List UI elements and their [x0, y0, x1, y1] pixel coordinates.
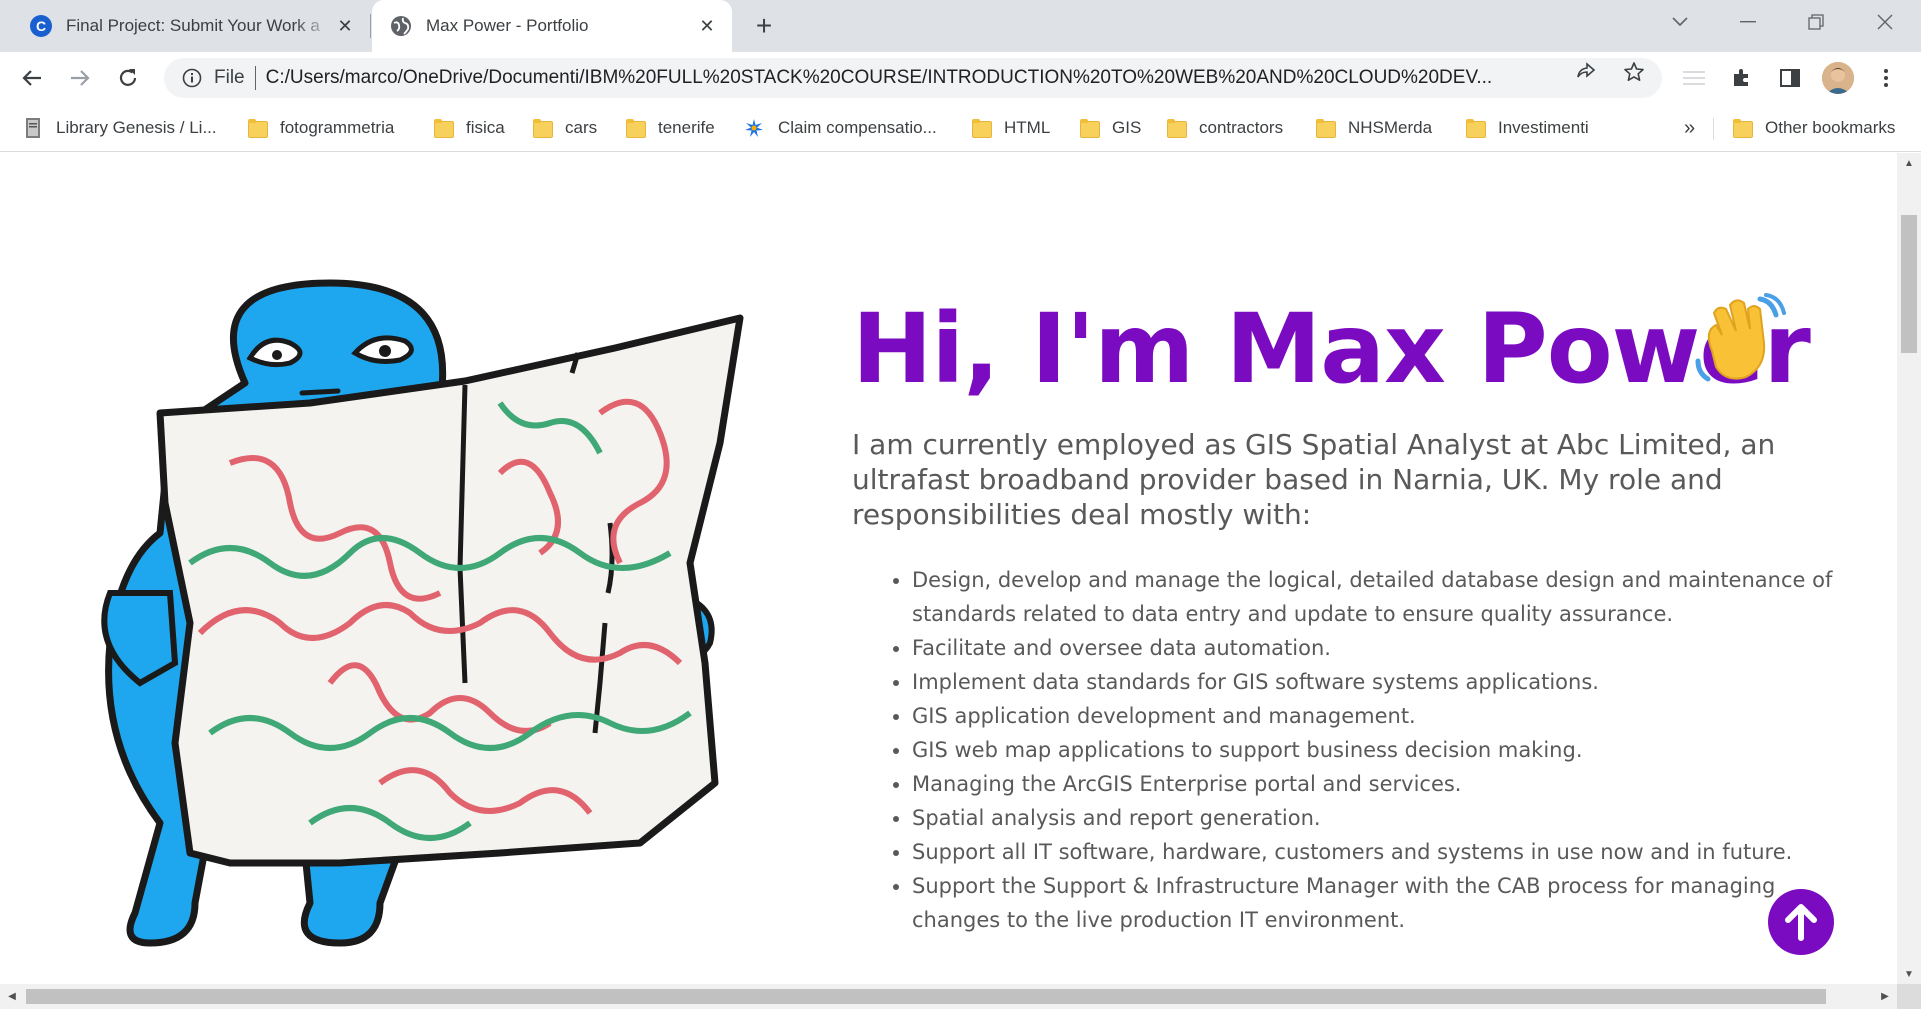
folder-icon	[1316, 119, 1336, 138]
back-button[interactable]	[16, 62, 48, 94]
tab-max-power-portfolio[interactable]: Max Power - Portfolio ✕	[372, 0, 732, 52]
scroll-right-arrow-icon[interactable]: ▶	[1873, 984, 1897, 1009]
tab-title: Final Project: Submit Your Work a	[66, 16, 320, 35]
intro-paragraph: I am currently employed as GIS Spatial A…	[852, 428, 1776, 531]
scheme-divider	[254, 66, 256, 90]
share-icon[interactable]	[1574, 60, 1598, 84]
bookmark-label: Other bookmarks	[1765, 118, 1896, 137]
bookmark-folder-investimenti[interactable]: Investimenti	[1466, 114, 1589, 142]
bookmark-library-genesis[interactable]: Library Genesis / Li...	[24, 114, 217, 142]
book-icon	[24, 117, 42, 139]
scroll-up-arrow-icon[interactable]: ▲	[1897, 153, 1921, 173]
folder-icon	[626, 119, 646, 138]
list-item: Design, develop and manage the logical, …	[912, 563, 1862, 631]
close-tab-icon[interactable]: ✕	[696, 15, 718, 37]
star-burst-icon	[744, 118, 764, 138]
forward-button[interactable]	[64, 62, 96, 94]
list-item: Implement data standards for GIS softwar…	[912, 665, 1862, 699]
list-item: GIS application development and manageme…	[912, 699, 1862, 733]
bookmark-label: Investimenti	[1498, 118, 1589, 137]
bookmarks-bar: Library Genesis / Li... fotogrammetria f…	[0, 104, 1921, 152]
folder-icon	[248, 119, 268, 138]
bookmark-label: HTML	[1004, 118, 1051, 137]
bookmark-folder-html[interactable]: HTML	[972, 114, 1050, 142]
address-bar[interactable]: File C:/Users/marco/OneDrive/Documenti/I…	[164, 58, 1662, 98]
bookmarks-overflow-button[interactable]: »	[1684, 114, 1695, 142]
restore-button[interactable]	[1786, 0, 1846, 44]
scroll-to-top-button[interactable]	[1768, 889, 1834, 955]
url-scheme: File	[214, 67, 245, 88]
side-panel-icon[interactable]	[1776, 64, 1804, 92]
scroll-left-arrow-icon[interactable]: ◀	[0, 984, 24, 1009]
list-item: Facilitate and oversee data automation.	[912, 631, 1862, 665]
horizontal-scrollbar[interactable]: ◀ ▶	[0, 984, 1897, 1009]
tab-title: Max Power - Portfolio	[426, 16, 589, 35]
folder-icon	[1733, 119, 1753, 138]
bookmark-label: NHSMerda	[1348, 118, 1433, 137]
horizontal-scroll-thumb[interactable]	[26, 989, 1826, 1004]
folder-icon	[1466, 119, 1486, 138]
close-tab-icon[interactable]: ✕	[334, 15, 356, 37]
bookmark-claim-compensation[interactable]: Claim compensatio...	[744, 114, 937, 142]
arrow-up-icon	[1785, 904, 1817, 941]
vertical-scrollbar[interactable]: ▲ ▼	[1897, 153, 1921, 984]
list-item: Spatial analysis and report generation.	[912, 801, 1862, 835]
browser-toolbar: File C:/Users/marco/OneDrive/Documenti/I…	[0, 52, 1921, 104]
bookmarks-divider	[1713, 118, 1714, 140]
folder-icon	[972, 119, 992, 138]
hero-title: Hi, I'm Max Power	[852, 293, 1811, 405]
bookmark-label: fotogrammetria	[280, 118, 395, 137]
list-item: GIS web map applications to support busi…	[912, 733, 1862, 767]
page-viewport: Hi, I'm Max Power I am currently employe…	[0, 153, 1897, 984]
scroll-down-arrow-icon[interactable]: ▼	[1897, 964, 1921, 984]
other-bookmarks-folder[interactable]: Other bookmarks	[1733, 114, 1895, 142]
list-item: Support all IT software, hardware, custo…	[912, 835, 1862, 869]
profile-avatar[interactable]	[1822, 62, 1854, 94]
new-tab-button[interactable]: +	[748, 10, 780, 42]
bookmark-folder-gis[interactable]: GIS	[1080, 114, 1141, 142]
tab-search-icon[interactable]	[1650, 0, 1710, 44]
bookmark-label: Claim compensatio...	[778, 118, 937, 137]
extensions-icon[interactable]	[1728, 64, 1756, 92]
folder-icon	[434, 119, 454, 138]
tab-final-project[interactable]: C Final Project: Submit Your Work a ✕	[0, 0, 370, 52]
bookmark-folder-fisica[interactable]: fisica	[434, 114, 505, 142]
bookmark-label: GIS	[1112, 118, 1142, 137]
scrollbar-corner	[1897, 984, 1921, 1009]
info-icon[interactable]	[180, 66, 204, 90]
bookmark-label: Library Genesis / Li...	[56, 118, 217, 137]
coursera-icon: C	[30, 15, 52, 37]
menu-kebab-icon[interactable]	[1872, 64, 1900, 92]
bookmark-folder-nhsmerda[interactable]: NHSMerda	[1316, 114, 1432, 142]
character-with-map-illustration	[101, 279, 744, 947]
tab-separator	[370, 14, 371, 38]
folder-icon	[533, 119, 553, 138]
bookmark-label: contractors	[1199, 118, 1284, 137]
waving-hand-icon	[1695, 293, 1786, 382]
list-item: Support the Support & Infrastructure Man…	[912, 869, 1862, 937]
reload-button[interactable]	[112, 62, 144, 94]
minimize-button[interactable]	[1718, 0, 1778, 44]
bookmark-star-icon[interactable]	[1622, 60, 1646, 84]
duties-list: Design, develop and manage the logical, …	[912, 563, 1862, 937]
vertical-scroll-thumb[interactable]	[1901, 215, 1917, 353]
folder-icon	[1167, 119, 1187, 138]
reading-list-icon[interactable]	[1680, 64, 1708, 92]
globe-icon	[390, 15, 412, 37]
close-window-button[interactable]	[1855, 0, 1915, 44]
bookmark-label: cars	[565, 118, 598, 137]
bookmark-folder-tenerife[interactable]: tenerife	[626, 114, 715, 142]
url-text[interactable]: C:/Users/marco/OneDrive/Documenti/IBM%20…	[266, 67, 1556, 89]
tab-strip: C Final Project: Submit Your Work a ✕ Ma…	[0, 0, 1921, 52]
list-item: Managing the ArcGIS Enterprise portal an…	[912, 767, 1862, 801]
folder-icon	[1080, 119, 1100, 138]
bookmark-label: tenerife	[658, 118, 715, 137]
bookmark-folder-contractors[interactable]: contractors	[1167, 114, 1283, 142]
bookmark-folder-fotogrammetria[interactable]: fotogrammetria	[248, 114, 394, 142]
bookmark-folder-cars[interactable]: cars	[533, 114, 597, 142]
bookmark-label: fisica	[466, 118, 505, 137]
